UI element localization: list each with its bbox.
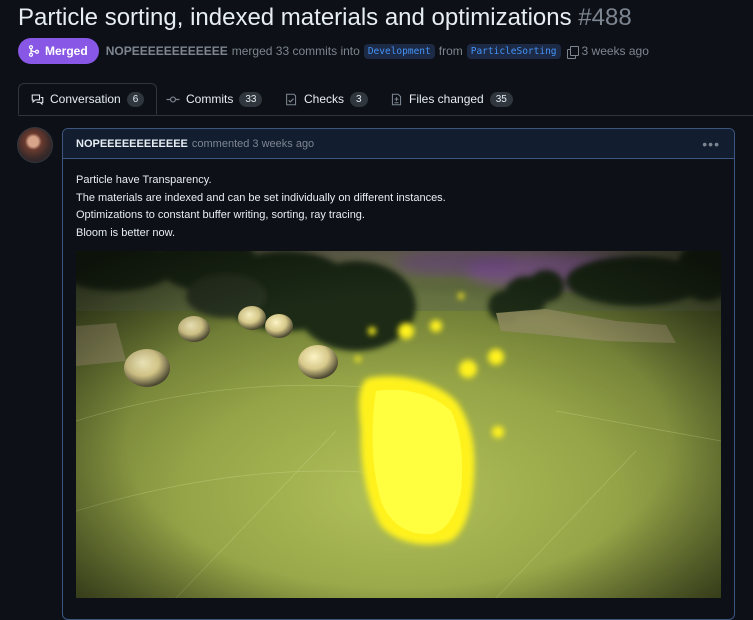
avatar[interactable] [17,127,53,163]
from-text: from [438,44,463,58]
merge-summary-text: merged 33 commits into [231,44,360,58]
pr-title: Particle sorting, indexed materials and … [18,2,632,34]
tab-conversation-label: Conversation [50,92,121,106]
pr-number: #488 [578,4,632,31]
comment-line: Bloom is better now. [76,226,176,239]
git-merge-icon [28,45,40,57]
tab-commits[interactable]: Commits 33 [166,83,263,115]
pr-tab-bar: Conversation 6 Commits 33 Checks 3 Files… [18,83,753,116]
tab-commits-count: 33 [239,91,263,107]
comment-discussion-icon [31,94,44,105]
comment-body: Particle have Transparency. The material… [63,159,734,242]
copy-icon[interactable] [566,45,579,59]
tab-files-changed[interactable]: Files changed 35 [390,83,513,115]
tab-files-changed-count: 35 [489,91,513,107]
render-screenshot-image[interactable] [76,251,721,598]
tab-commits-label: Commits [186,92,234,106]
tab-checks-count: 3 [350,91,368,107]
pr-author-link[interactable]: NOPEEEEEEEEEEEE [106,44,228,58]
tab-files-changed-label: Files changed [409,92,484,106]
pr-meta: Merged NOPEEEEEEEEEEEE merged 33 commits… [18,38,649,64]
comment-author-link[interactable]: NOPEEEEEEEEEEEE [76,138,188,150]
comment-card: NOPEEEEEEEEEEEE commented 3 weeks ago ••… [62,128,735,620]
tab-checks-label: Checks [304,92,345,106]
head-branch-link[interactable]: ParticleSorting [466,43,561,59]
checklist-icon [286,93,297,105]
comment-header: NOPEEEEEEEEEEEE commented 3 weeks ago ••… [63,129,734,159]
tab-conversation[interactable]: Conversation 6 [18,83,158,115]
status-label: Merged [45,44,88,58]
comment-line: Particle have Transparency. [76,174,212,186]
pr-title-text: Particle sorting, indexed materials and … [18,4,572,31]
comment-timestamp[interactable]: commented 3 weeks ago [192,138,314,150]
tab-checks[interactable]: Checks 3 [285,83,368,115]
merged-status-badge: Merged [18,38,99,64]
file-diff-icon [391,93,402,105]
commit-icon [166,95,180,103]
tab-conversation-count: 6 [126,91,145,107]
comment-line: The materials are indexed and can be set… [76,191,446,204]
merge-time: 3 weeks ago [581,44,649,58]
comment-line: Optimizations to constant buffer writing… [76,209,365,221]
kebab-menu-icon[interactable]: ••• [702,136,720,152]
base-branch-link[interactable]: Development [363,43,435,59]
